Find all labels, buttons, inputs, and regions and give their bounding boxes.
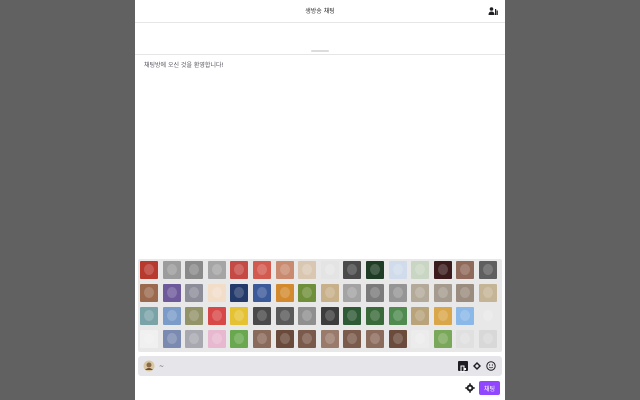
- emote-face-2[interactable]: [456, 261, 475, 279]
- emote-tan[interactable]: [478, 284, 497, 302]
- emote-gray-1[interactable]: [185, 284, 204, 302]
- emote-pink[interactable]: [207, 330, 226, 348]
- pinned-area: [135, 23, 505, 55]
- emote-dark-2[interactable]: [275, 307, 294, 325]
- message-list: 채팅방에 오신 것을 환영합니다!: [135, 56, 505, 258]
- emote-gray-3[interactable]: [365, 284, 384, 302]
- emote-man-5[interactable]: [343, 330, 362, 348]
- emote-matrix[interactable]: [365, 261, 384, 279]
- emote-blue-mid[interactable]: [252, 284, 271, 302]
- emote-white-1[interactable]: [411, 330, 430, 348]
- emote-dark-red[interactable]: [433, 261, 452, 279]
- emote-brown[interactable]: [140, 284, 158, 302]
- drag-handle[interactable]: [311, 50, 329, 52]
- chat-input-bar: [138, 356, 502, 376]
- emote-blue-light[interactable]: [162, 307, 181, 325]
- emote-orange[interactable]: [275, 284, 294, 302]
- emote-purple[interactable]: [162, 284, 181, 302]
- emote-manga-1[interactable]: [162, 261, 181, 279]
- emote-olive[interactable]: [185, 307, 204, 325]
- gear-icon[interactable]: [465, 383, 475, 393]
- emote-man-1[interactable]: [252, 330, 271, 348]
- bits-icon[interactable]: [458, 361, 468, 373]
- emote-intel[interactable]: [388, 261, 407, 279]
- emote-green-6[interactable]: [433, 330, 452, 348]
- chat-panel: 생방송 채팅 채팅방에 오신 것을 환영합니다! ~ 채팅: [135, 0, 505, 400]
- emote-manga-2[interactable]: [185, 261, 204, 279]
- emote-man-6[interactable]: [365, 330, 384, 348]
- emote-flag[interactable]: [207, 307, 226, 325]
- users-icon[interactable]: [488, 6, 498, 16]
- emote-green-2[interactable]: [343, 307, 362, 325]
- emote-white-2[interactable]: [456, 330, 475, 348]
- chat-header: 생방송 채팅: [135, 0, 505, 23]
- emote-orange-logo[interactable]: [207, 284, 226, 302]
- emote-gray-7[interactable]: [456, 284, 475, 302]
- emote-man-7[interactable]: [388, 330, 407, 348]
- emote-grid: [140, 261, 497, 348]
- emote-dark-man[interactable]: [343, 261, 362, 279]
- emote-dark-3[interactable]: [320, 307, 339, 325]
- emote-gray-8[interactable]: [298, 307, 317, 325]
- welcome-message: 채팅방에 오신 것을 환영합니다!: [144, 62, 224, 69]
- emote-gray-9[interactable]: [185, 330, 204, 348]
- emote-red-face[interactable]: [140, 261, 158, 279]
- emote-man-3[interactable]: [298, 330, 317, 348]
- emote-red-cartoon-1[interactable]: [230, 261, 249, 279]
- emote-green-4[interactable]: [388, 307, 407, 325]
- emote-manga-3[interactable]: [207, 261, 226, 279]
- emote-beige[interactable]: [320, 284, 339, 302]
- emote-yellow[interactable]: [230, 307, 249, 325]
- emote-doge[interactable]: [433, 307, 452, 325]
- chat-input[interactable]: [159, 359, 449, 373]
- emote-avatar-icon[interactable]: [143, 360, 155, 372]
- emote-green-3[interactable]: [365, 307, 384, 325]
- emote-man-4[interactable]: [320, 330, 339, 348]
- chat-send-button[interactable]: 채팅: [479, 381, 500, 395]
- emote-amd[interactable]: [411, 261, 430, 279]
- emote-picker: [138, 259, 502, 352]
- emote-sky[interactable]: [456, 307, 475, 325]
- emote-gray-2[interactable]: [343, 284, 362, 302]
- chat-title: 생방송 채팅: [305, 8, 335, 15]
- emote-korea[interactable]: [140, 330, 158, 348]
- emote-face-1[interactable]: [275, 261, 294, 279]
- emote-blue-gray[interactable]: [162, 330, 181, 348]
- emote-bw-face[interactable]: [478, 261, 497, 279]
- emote-blue-dark[interactable]: [230, 284, 249, 302]
- emote-gray-6[interactable]: [433, 284, 452, 302]
- emote-teal[interactable]: [140, 307, 158, 325]
- emote-dark-1[interactable]: [252, 307, 271, 325]
- emote-white-3[interactable]: [478, 330, 497, 348]
- emote-red-cartoon-2[interactable]: [252, 261, 271, 279]
- emote-man-2[interactable]: [275, 330, 294, 348]
- emote-green-5[interactable]: [230, 330, 249, 348]
- emote-sign[interactable]: [320, 261, 339, 279]
- emote-gray-5[interactable]: [411, 284, 430, 302]
- emote-hands[interactable]: [298, 261, 317, 279]
- emote-gray-4[interactable]: [388, 284, 407, 302]
- smile-icon[interactable]: [486, 361, 496, 371]
- emote-tan-2[interactable]: [411, 307, 430, 325]
- emote-blank-1[interactable]: [478, 307, 497, 325]
- hype-icon[interactable]: [472, 361, 482, 371]
- emote-green-1[interactable]: [298, 284, 317, 302]
